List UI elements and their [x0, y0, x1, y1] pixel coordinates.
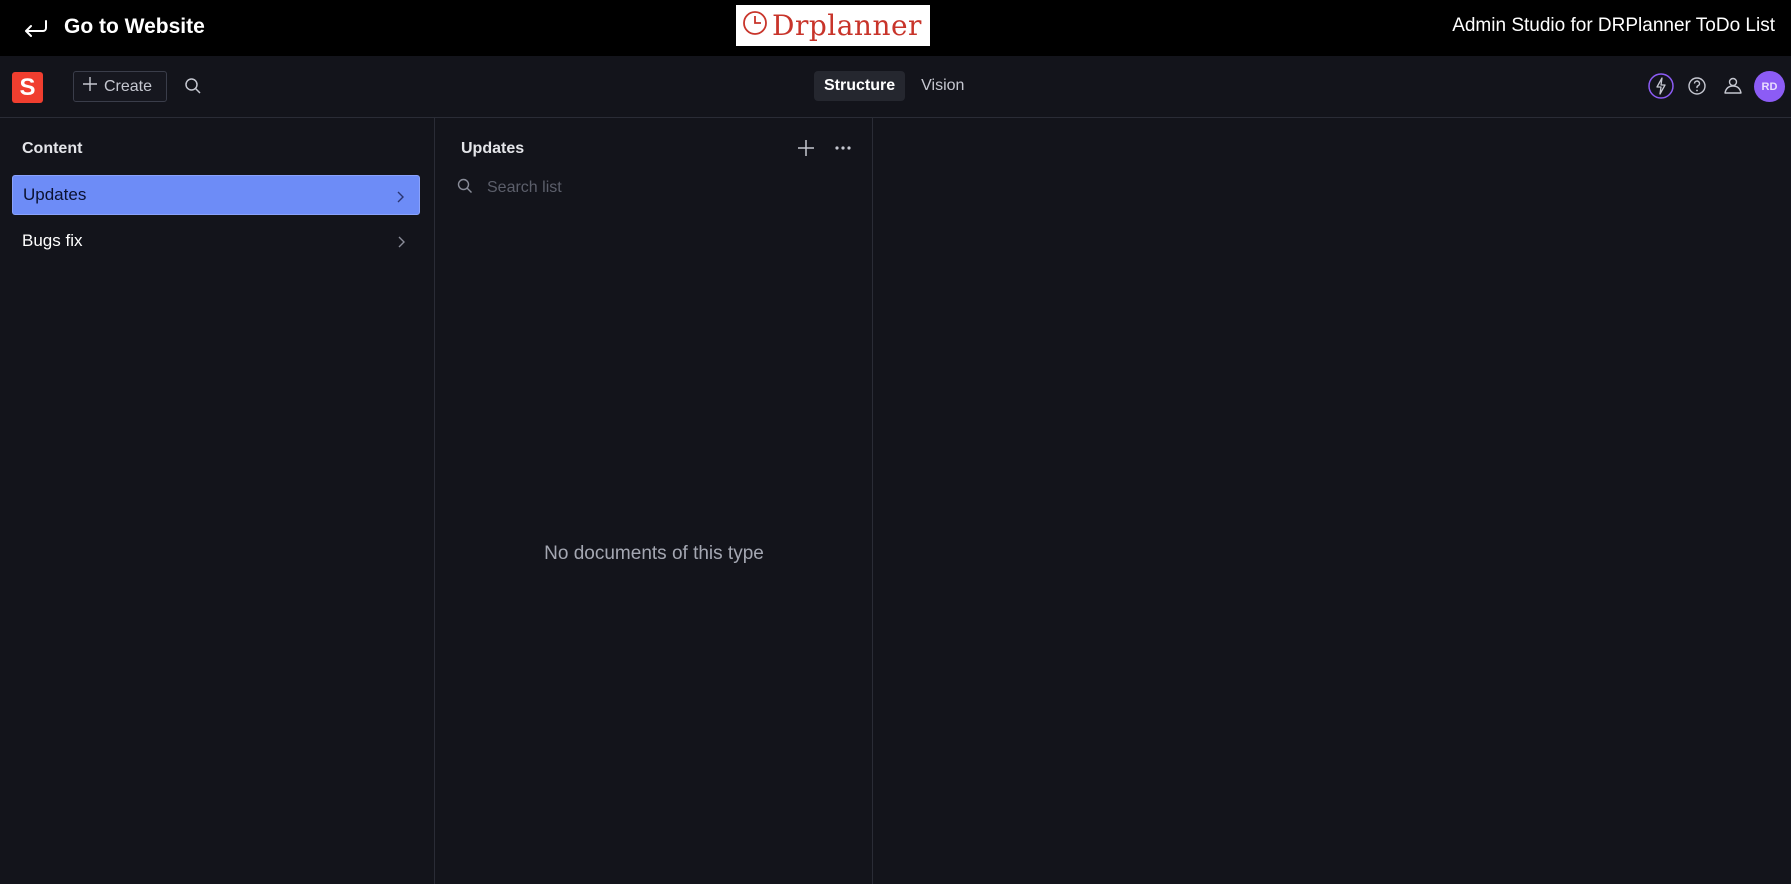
- documents-pane: Updates No documents of this type: [435, 118, 873, 884]
- studio-navbar: S Create Structure Vision: [0, 56, 1791, 118]
- list-item-updates[interactable]: Updates: [12, 175, 420, 215]
- site-header: Go to Website Drplanner Admin Studio for…: [0, 0, 1791, 56]
- bolt-icon[interactable]: [1646, 71, 1676, 101]
- create-label: Create: [104, 77, 153, 95]
- content-pane: Content Updates Bugs fix: [0, 118, 435, 884]
- go-to-website-link[interactable]: Go to Website: [22, 12, 205, 42]
- pane-actions: [435, 136, 873, 160]
- search-list-input[interactable]: [487, 179, 827, 197]
- empty-state-message: No documents of this type: [544, 543, 764, 564]
- help-icon[interactable]: [1682, 71, 1712, 101]
- chevron-right-icon: [395, 189, 405, 209]
- avatar[interactable]: RD: [1754, 71, 1785, 102]
- return-arrow-icon: [22, 17, 48, 37]
- tool-switcher: Structure Vision: [814, 71, 974, 101]
- more-menu-icon[interactable]: [831, 136, 855, 160]
- tab-vision[interactable]: Vision: [911, 71, 974, 101]
- add-document-icon[interactable]: [794, 136, 818, 160]
- chevron-right-icon: [396, 234, 406, 254]
- drplanner-logo: Drplanner: [736, 5, 930, 46]
- search-icon: [457, 178, 473, 199]
- content-pane-title: Content: [22, 140, 83, 157]
- list-item-label: Bugs fix: [22, 231, 83, 250]
- clock-icon: [742, 10, 768, 41]
- list-item-bugs-fix[interactable]: Bugs fix: [12, 221, 420, 261]
- plus-icon: [82, 76, 98, 97]
- search-list: [457, 176, 847, 200]
- search-icon[interactable]: [184, 77, 202, 95]
- logo-text: Drplanner: [772, 8, 922, 42]
- studio-title: Admin Studio for DRPlanner ToDo List: [1452, 15, 1775, 36]
- tab-structure[interactable]: Structure: [814, 71, 906, 101]
- create-button[interactable]: Create: [73, 71, 167, 102]
- list-item-label: Updates: [23, 185, 87, 204]
- community-icon[interactable]: [1718, 71, 1748, 101]
- go-to-website-label: Go to Website: [64, 15, 205, 38]
- sanity-logo[interactable]: S: [12, 72, 43, 103]
- editor-pane: [873, 118, 1791, 884]
